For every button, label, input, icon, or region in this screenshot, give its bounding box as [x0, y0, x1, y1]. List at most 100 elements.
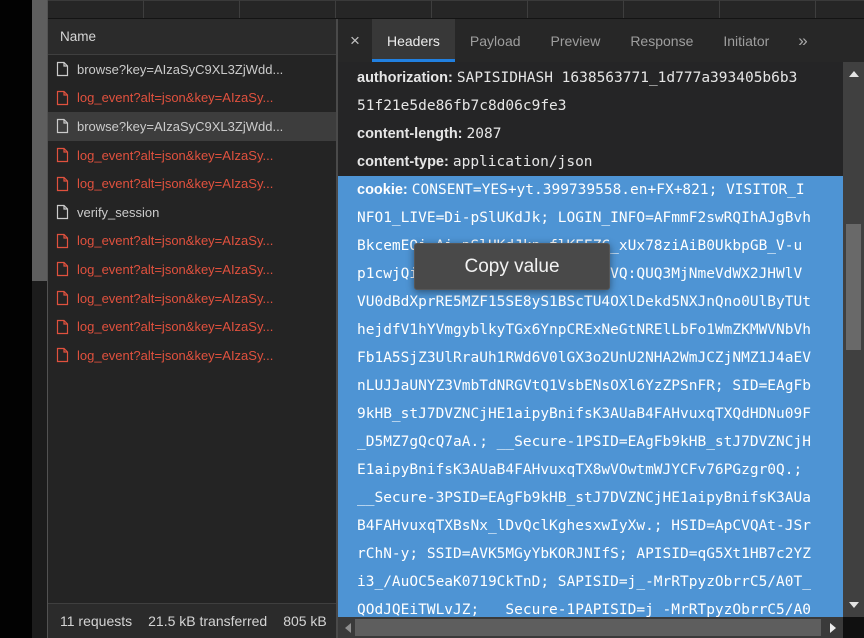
vertical-scrollbar-thumb[interactable]: [846, 224, 861, 350]
request-row[interactable]: log_event?alt=json&key=AIzaSy...: [48, 84, 336, 113]
request-name: log_event?alt=json&key=AIzaSy...: [77, 348, 273, 363]
request-name: log_event?alt=json&key=AIzaSy...: [77, 148, 273, 163]
tab-response[interactable]: Response: [615, 19, 708, 62]
tab-label: Response: [630, 33, 693, 49]
tab-preview[interactable]: Preview: [536, 19, 616, 62]
request-name: log_event?alt=json&key=AIzaSy...: [77, 233, 273, 248]
horizontal-scrollbar[interactable]: [338, 617, 843, 638]
request-row[interactable]: browse?key=AIzaSyC9XL3ZjWdd...: [48, 55, 336, 84]
request-name: browse?key=AIzaSyC9XL3ZjWdd...: [77, 119, 283, 134]
overview-cell: [720, 0, 816, 18]
tab-payload[interactable]: Payload: [455, 19, 536, 62]
request-name: log_event?alt=json&key=AIzaSy...: [77, 90, 273, 105]
document-icon: [56, 261, 69, 277]
tab-label: Preview: [551, 33, 601, 49]
request-row[interactable]: log_event?alt=json&key=AIzaSy...: [48, 284, 336, 313]
horizontal-scrollbar-thumb[interactable]: [355, 619, 821, 636]
detail-tab-bar: × Headers Payload Preview Response Initi…: [338, 19, 864, 62]
header-entry-authorization[interactable]: authorization: SAPISIDHASH 1638563771_1d…: [338, 64, 843, 120]
header-line: E1aipyBnifsK3AUaB4FAHvuxqTX8wVOwtmWJYCFv…: [338, 456, 843, 484]
tab-container: Headers Payload Preview Response Initiat…: [372, 19, 784, 62]
header-line: QOdJQEiTWLvJZ; __Secure-1PAPISID=j_-MrRT…: [338, 596, 843, 617]
scroll-down-icon[interactable]: [849, 602, 859, 608]
document-icon: [56, 61, 69, 77]
request-name: log_event?alt=json&key=AIzaSy...: [77, 176, 273, 191]
request-name: log_event?alt=json&key=AIzaSy...: [77, 319, 273, 334]
tab-label: Payload: [470, 33, 521, 49]
header-line: NFO1_LIVE=Di-pSlUKdJk; LOGIN_INFO=AFmmF2…: [338, 204, 843, 232]
page-scrollbar-thumb[interactable]: [32, 0, 47, 281]
overview-cell: [624, 0, 720, 18]
transferred-size: 21.5 kB transferred: [148, 613, 267, 629]
vertical-scrollbar[interactable]: [843, 62, 864, 617]
network-request-panel: Name browse?key=AIzaSyC9XL3ZjWdd... log_…: [48, 19, 336, 638]
more-tabs-icon[interactable]: »: [788, 19, 817, 62]
overview-cell: [432, 0, 528, 18]
overview-cell: [144, 0, 240, 18]
header-line: __Secure-3PSID=EAgFb9kHB_stJ7DVZNCjHE1ai…: [338, 484, 843, 512]
request-row[interactable]: log_event?alt=json&key=AIzaSy...: [48, 141, 336, 170]
request-count: 11 requests: [60, 613, 132, 629]
copy-value-label: Copy value: [464, 256, 559, 278]
document-icon: [56, 347, 69, 363]
request-row[interactable]: log_event?alt=json&key=AIzaSy...: [48, 341, 336, 370]
tab-label: Headers: [387, 33, 440, 49]
header-entry-content-type[interactable]: content-type: application/json: [338, 148, 843, 176]
document-icon: [56, 290, 69, 306]
header-line: nLUJJaUNYZ3VmbTdNRGVtQ1VsbENsOXl6YzZPSnF…: [338, 372, 843, 400]
request-row[interactable]: browse?key=AIzaSyC9XL3ZjWdd...: [48, 112, 336, 141]
overview-cell: [528, 0, 624, 18]
request-name: log_event?alt=json&key=AIzaSy...: [77, 262, 273, 277]
header-line: content-length: 2087: [338, 120, 843, 148]
tab-label: Initiator: [723, 33, 769, 49]
document-icon: [56, 118, 69, 134]
name-column-header[interactable]: Name: [48, 19, 336, 55]
request-name: verify_session: [77, 205, 159, 220]
scrollbar-corner: [843, 617, 864, 638]
copy-value-menu-item[interactable]: Copy value: [414, 243, 610, 290]
header-line: authorization: SAPISIDHASH 1638563771_1d…: [338, 64, 843, 92]
request-name: log_event?alt=json&key=AIzaSy...: [77, 291, 273, 306]
document-icon: [56, 204, 69, 220]
header-line: i3_/AuOC5eaK0719CkTnD; SAPISID=j_-MrRTpy…: [338, 568, 843, 596]
document-icon: [56, 233, 69, 249]
overview-cell: [336, 0, 432, 18]
page-scrollbar[interactable]: [32, 0, 47, 638]
header-line: VU0dBdXprRE5MZF15SE8yS1BScTU4OXlDekd5NXJ…: [338, 288, 843, 316]
header-line: rChN-y; SSID=AVK5MGyYbKORJNIfS; APISID=q…: [338, 540, 843, 568]
header-line: 9kHB_stJ7DVZNCjHE1aipyBnifsK3AUaB4FAHvux…: [338, 400, 843, 428]
request-row[interactable]: log_event?alt=json&key=AIzaSy...: [48, 169, 336, 198]
network-overview-strip: [48, 0, 864, 19]
network-status-bar: 11 requests 21.5 kB transferred 805 kB: [48, 603, 336, 638]
request-row[interactable]: log_event?alt=json&key=AIzaSy...: [48, 255, 336, 284]
request-row[interactable]: verify_session: [48, 198, 336, 227]
header-line: hejdfV1hYVmgyblkyTGx6YnpCRExNeGtNRElLbFo…: [338, 316, 843, 344]
document-icon: [56, 176, 69, 192]
close-icon[interactable]: ×: [338, 19, 372, 62]
resources-size: 805 kB: [283, 613, 327, 629]
scroll-left-icon[interactable]: [345, 623, 351, 633]
headers-content: authorization: SAPISIDHASH 1638563771_1d…: [338, 62, 843, 617]
header-line: Fb1A5SjZ3UlRraUh1RWd6V0lGX3o2UnU2NHA2WmJ…: [338, 344, 843, 372]
tab-headers[interactable]: Headers: [372, 19, 455, 62]
header-entry-content-length[interactable]: content-length: 2087: [338, 120, 843, 148]
request-detail-panel: × Headers Payload Preview Response Initi…: [336, 19, 864, 638]
header-line: cookie: CONSENT=YES+yt.399739558.en+FX+8…: [338, 176, 843, 204]
name-column-label: Name: [60, 29, 96, 44]
scroll-up-icon[interactable]: [849, 71, 859, 77]
request-row[interactable]: log_event?alt=json&key=AIzaSy...: [48, 312, 336, 341]
scroll-right-icon[interactable]: [830, 623, 836, 633]
request-list: browse?key=AIzaSyC9XL3ZjWdd... log_event…: [48, 55, 336, 603]
document-icon: [56, 147, 69, 163]
request-name: browse?key=AIzaSyC9XL3ZjWdd...: [77, 62, 283, 77]
tab-initiator[interactable]: Initiator: [708, 19, 784, 62]
devtools-panel: Name browse?key=AIzaSyC9XL3ZjWdd... log_…: [47, 0, 864, 638]
header-line: content-type: application/json: [338, 148, 843, 176]
request-row[interactable]: log_event?alt=json&key=AIzaSy...: [48, 227, 336, 256]
overview-cell: [240, 0, 336, 18]
page-background: [0, 0, 32, 638]
overview-cell: [816, 0, 864, 18]
header-line: _D5MZ7gQcQ7aA.; __Secure-1PSID=EAgFb9kHB…: [338, 428, 843, 456]
document-icon: [56, 90, 69, 106]
devtools-screenshot: Name browse?key=AIzaSyC9XL3ZjWdd... log_…: [0, 0, 864, 638]
